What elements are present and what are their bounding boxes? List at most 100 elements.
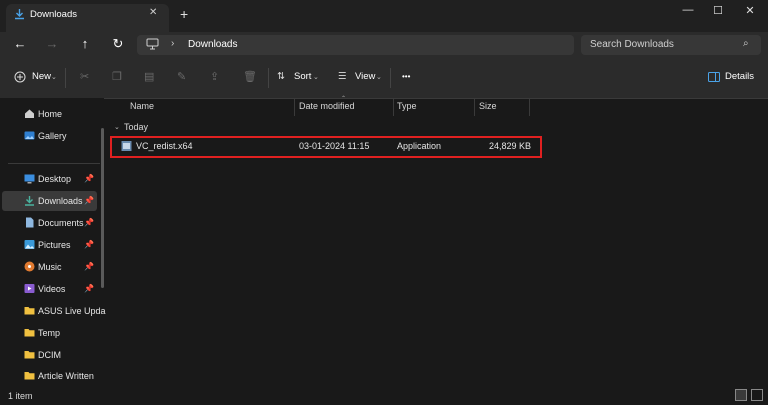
sidebar-item-label: Article Written	[38, 371, 94, 381]
sidebar-item-downloads[interactable]: Downloads 📌	[2, 191, 97, 211]
sidebar-item-gallery[interactable]: Gallery	[2, 126, 97, 146]
sidebar-item-label: Videos	[38, 284, 66, 294]
download-icon	[24, 195, 35, 206]
sidebar-item-label: Music	[38, 262, 62, 272]
paste-icon[interactable]: ▤	[144, 70, 154, 83]
sidebar-item-article-written[interactable]: Article Written	[2, 366, 97, 386]
sort-button[interactable]: Sort	[294, 71, 311, 82]
column-header-name[interactable]: Name	[130, 101, 154, 111]
search-input[interactable]: Search Downloads	[590, 39, 674, 50]
sort-icon: ⇅	[277, 71, 285, 82]
file-size: 24,829 KB	[489, 141, 532, 151]
pin-icon: 📌	[84, 284, 94, 293]
forward-button[interactable]: →	[42, 36, 62, 51]
view-chevron-icon: ⌄	[376, 74, 382, 81]
sidebar-item-videos[interactable]: Videos 📌	[2, 279, 97, 299]
file-type: Application	[397, 141, 442, 151]
sidebar-item-label: DCIM	[38, 350, 61, 360]
tab-title: Downloads	[30, 9, 77, 20]
pin-icon: 📌	[84, 174, 94, 183]
pin-icon: 📌	[84, 240, 94, 249]
breadcrumb-downloads[interactable]: Downloads	[188, 39, 237, 50]
sidebar-item-desktop[interactable]: Desktop 📌	[2, 169, 97, 189]
details-view-button[interactable]	[735, 389, 747, 401]
sidebar-item-music[interactable]: Music 📌	[2, 257, 97, 277]
gallery-icon	[24, 130, 35, 141]
group-header-today[interactable]: Today	[124, 122, 148, 132]
column-header-size[interactable]: Size	[479, 101, 497, 111]
folder-icon	[24, 370, 35, 381]
close-window-button[interactable]: ✕	[740, 4, 760, 17]
toolbar-separator	[268, 68, 269, 88]
large-icons-view-button[interactable]	[751, 389, 763, 401]
application-icon	[121, 140, 132, 154]
sort-chevron-icon: ⌄	[313, 74, 319, 81]
sidebar-item-pictures[interactable]: Pictures 📌	[2, 235, 97, 255]
folder-icon	[24, 327, 35, 338]
documents-icon	[24, 217, 35, 228]
sidebar-item-temp[interactable]: Temp	[2, 323, 97, 343]
sidebar-item-label: Gallery	[38, 131, 67, 141]
download-icon	[14, 8, 25, 22]
column-separator[interactable]	[529, 98, 530, 116]
new-tab-button[interactable]: +	[180, 6, 188, 22]
sidebar-scrollbar[interactable]	[101, 128, 104, 288]
sidebar-item-label: ASUS Live Upda	[38, 306, 106, 316]
file-date-modified: 03-01-2024 11:15	[299, 141, 370, 151]
videos-icon	[24, 283, 35, 294]
details-pane-icon	[708, 72, 720, 84]
sidebar-item-label: Home	[38, 109, 63, 119]
sidebar-item-dcim[interactable]: DCIM	[2, 345, 97, 365]
maximize-button[interactable]: ☐	[708, 4, 728, 17]
new-button[interactable]: New	[32, 71, 51, 82]
status-bar	[0, 388, 768, 405]
delete-icon[interactable]: 🗑	[243, 70, 257, 83]
rename-icon[interactable]: ✎	[177, 70, 186, 83]
back-button[interactable]: ←	[10, 36, 30, 51]
sidebar-item-label: Pictures	[38, 240, 71, 250]
column-separator[interactable]	[294, 98, 295, 116]
sidebar-item-label: Documents	[38, 218, 84, 228]
sidebar-item-asus-live-update[interactable]: ASUS Live Upda	[2, 301, 106, 321]
file-name[interactable]: VC_redist.x64	[136, 141, 193, 151]
column-separator[interactable]	[474, 98, 475, 116]
pictures-icon	[24, 239, 35, 250]
pin-icon: 📌	[84, 196, 94, 205]
desktop-icon	[24, 173, 35, 184]
pin-icon: 📌	[84, 262, 94, 271]
view-icon: ☰	[338, 71, 347, 82]
sidebar-divider	[8, 163, 100, 164]
copy-icon[interactable]: ❐	[112, 70, 122, 83]
view-button[interactable]: View	[355, 71, 375, 82]
sidebar-item-documents[interactable]: Documents 📌	[2, 213, 97, 233]
up-button[interactable]: ↑	[75, 36, 95, 51]
column-header-date-modified[interactable]: Date modified	[299, 101, 355, 111]
column-header-type[interactable]: Type	[397, 101, 417, 111]
search-icon: ⌕	[743, 38, 749, 49]
breadcrumb-separator: ›	[171, 38, 175, 49]
close-tab-button[interactable]: ✕	[149, 7, 157, 18]
refresh-button[interactable]: ↻	[108, 36, 128, 52]
share-icon[interactable]: ⇪	[210, 70, 219, 83]
new-icon	[14, 71, 26, 85]
item-count: 1 item	[8, 391, 33, 401]
folder-icon	[24, 305, 35, 316]
toolbar-separator	[390, 68, 391, 88]
this-pc-icon	[146, 38, 159, 52]
group-collapse-icon[interactable]: ⌄	[114, 123, 120, 131]
music-icon	[24, 261, 35, 272]
column-separator[interactable]	[393, 98, 394, 116]
more-options-button[interactable]: •••	[402, 72, 410, 81]
minimize-button[interactable]: —	[678, 4, 698, 16]
sidebar-item-label: Downloads	[38, 196, 83, 206]
new-chevron-icon: ⌄	[51, 74, 57, 81]
sidebar-item-home[interactable]: Home	[2, 104, 97, 124]
details-button[interactable]: Details	[725, 71, 754, 82]
home-icon	[24, 108, 35, 119]
folder-icon	[24, 349, 35, 360]
sidebar-item-label: Desktop	[38, 174, 72, 184]
cut-icon[interactable]: ✂	[80, 70, 89, 83]
sidebar-item-label: Temp	[38, 328, 61, 338]
toolbar-separator	[65, 68, 66, 88]
pin-icon: 📌	[84, 218, 94, 227]
